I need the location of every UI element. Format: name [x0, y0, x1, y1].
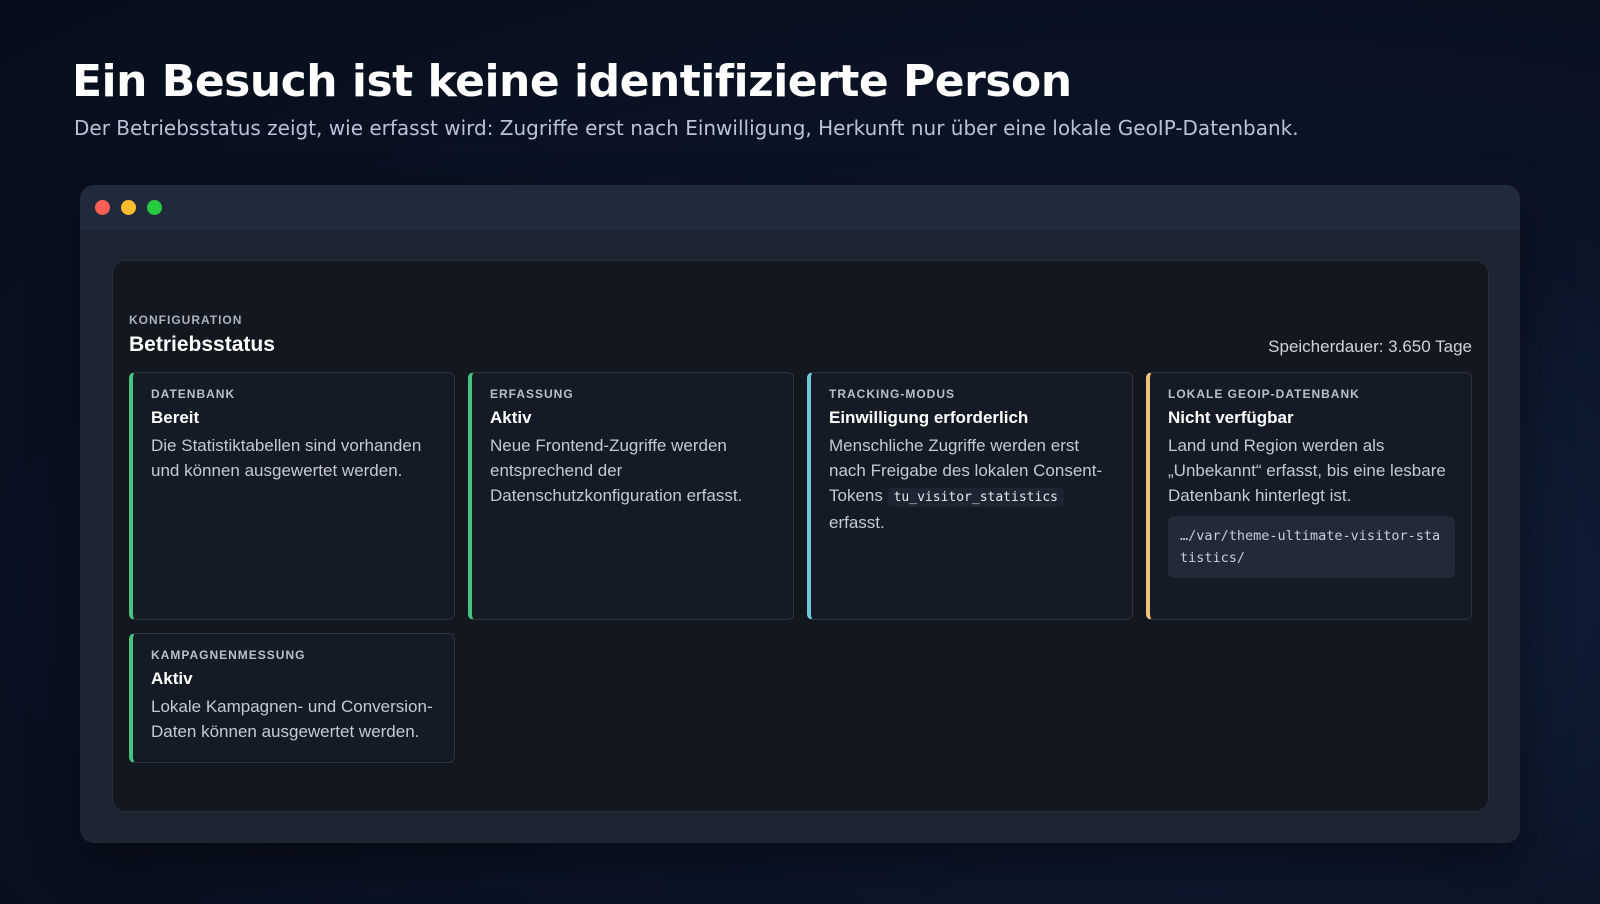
card-description: Menschliche Zugriffe werden erst nach Fr…: [829, 433, 1116, 535]
retention-info: Speicherdauer: 3.650 Tage: [1268, 337, 1472, 356]
card-status: Nicht verfügbar: [1168, 408, 1294, 427]
card-label: ERFASSUNG: [490, 387, 574, 401]
minimize-window-button[interactable]: [121, 200, 136, 215]
card-description: Die Statistiktabellen sind vorhanden und…: [151, 436, 422, 480]
panel-title: Betriebsstatus: [129, 333, 275, 356]
consent-token-code: tu_visitor_statistics: [887, 488, 1064, 507]
card-description: Neue Frontend-Zugriffe werden entspreche…: [490, 436, 743, 505]
status-card-capture: ERFASSUNG Aktiv Neue Frontend-Zugriffe w…: [468, 372, 794, 620]
status-card-database: DATENBANK Bereit Die Statistiktabellen s…: [129, 372, 455, 620]
card-label: KAMPAGNENMESSUNG: [151, 648, 306, 662]
card-label: DATENBANK: [151, 387, 236, 401]
card-label: TRACKING-MODUS: [829, 387, 955, 401]
card-description: Lokale Kampagnen- und Conversion-Daten k…: [151, 697, 433, 741]
card-status: Einwilligung erforderlich: [829, 408, 1029, 427]
page-subheadline: Der Betriebsstatus zeigt, wie erfasst wi…: [74, 116, 1299, 140]
status-card-campaign: KAMPAGNENMESSUNG Aktiv Lokale Kampagnen-…: [129, 633, 455, 763]
maximize-window-button[interactable]: [147, 200, 162, 215]
card-label: LOKALE GEOIP-DATENBANK: [1168, 387, 1360, 401]
card-description: Land und Region werden als „Unbekannt“ e…: [1168, 436, 1446, 505]
page-headline: Ein Besuch ist keine identifizierte Pers…: [72, 56, 1072, 107]
description-text-end: erfasst.: [829, 513, 885, 532]
window-titlebar: [80, 185, 1520, 230]
status-card-tracking-mode: TRACKING-MODUS Einwilligung erforderlich…: [807, 372, 1133, 620]
card-status: Aktiv: [151, 669, 193, 688]
panel-eyebrow: KONFIGURATION: [129, 313, 243, 327]
close-window-button[interactable]: [95, 200, 110, 215]
status-card-geoip: LOKALE GEOIP-DATENBANK Nicht verfügbar L…: [1146, 372, 1472, 620]
card-status: Aktiv: [490, 408, 532, 427]
card-status: Bereit: [151, 408, 200, 427]
status-panel: KONFIGURATION Betriebsstatus Speicherdau…: [112, 260, 1489, 812]
browser-window: KONFIGURATION Betriebsstatus Speicherdau…: [80, 185, 1520, 843]
geoip-path-code: …/var/theme-ultimate-visitor-statistics/: [1168, 516, 1455, 578]
